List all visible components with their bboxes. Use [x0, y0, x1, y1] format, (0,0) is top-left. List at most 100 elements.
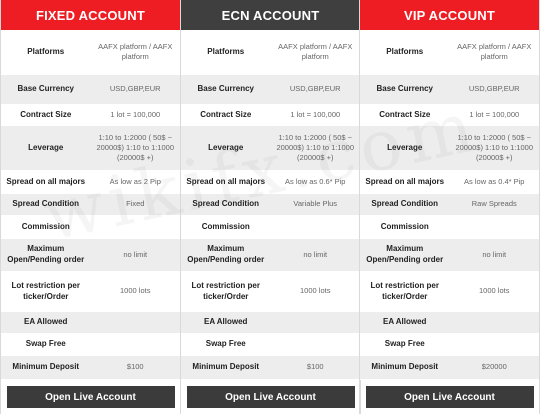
open-live-account-button[interactable]: Open Live Account	[6, 386, 175, 408]
row-platforms: Platforms AAFX platform / AAFX platform	[360, 30, 539, 75]
value-max-orders: no limit	[482, 249, 507, 259]
row-ea-allowed: EA Allowed	[360, 312, 539, 334]
label-leverage: Leverage	[208, 142, 244, 152]
row-max-orders: Maximum Open/Pending order no limit	[1, 239, 180, 272]
label-ea-allowed: EA Allowed	[383, 317, 427, 327]
row-lot-restriction: Lot restriction per ticker/Order 1000 lo…	[1, 272, 180, 312]
row-base-currency: Base Currency USD,GBP,EUR	[181, 75, 360, 105]
row-min-deposit: Minimum Deposit $100	[181, 356, 360, 380]
label-lot-restriction: Lot restriction per ticker/Order	[370, 280, 439, 301]
value-spread: As low as 0.6* Pip	[285, 176, 346, 186]
label-ea-allowed: EA Allowed	[204, 317, 248, 327]
label-spread-condition: Spread Condition	[12, 199, 80, 209]
value-contract-size: 1 lot = 100,000	[290, 109, 341, 119]
row-platforms: Platforms AAFX platform / AAFX platform	[1, 30, 180, 75]
label-ea-allowed: EA Allowed	[24, 317, 68, 327]
value-leverage: 1:10 to 1:2000 ( 50$ ~ 20000$) 1:10 to 1…	[276, 132, 355, 163]
value-platforms: AAFX platform / AAFX platform	[457, 41, 532, 61]
label-contract-size: Contract Size	[200, 109, 252, 119]
label-swap-free: Swap Free	[205, 339, 246, 349]
button-row: Open Live Account	[1, 380, 180, 414]
label-contract-size: Contract Size	[379, 109, 431, 119]
value-contract-size: 1 lot = 100,000	[110, 109, 161, 119]
label-spread: Spread on all majors	[186, 176, 266, 186]
value-spread: As low as 0.4* Pip	[464, 176, 525, 186]
label-min-deposit: Minimum Deposit	[371, 362, 439, 372]
label-min-deposit: Minimum Deposit	[192, 362, 260, 372]
label-commission: Commission	[21, 221, 70, 231]
value-leverage: 1:10 to 1:2000 ( 50$ ~ 20000$) 1:10 to 1…	[96, 132, 175, 163]
row-platforms: Platforms AAFX platform / AAFX platform	[181, 30, 360, 75]
fixed-account-header: FIXED ACCOUNT	[1, 0, 180, 30]
button-row: Open Live Account	[360, 380, 539, 414]
row-lot-restriction: Lot restriction per ticker/Order 1000 lo…	[360, 272, 539, 312]
label-platforms: Platforms	[27, 46, 65, 56]
label-lot-restriction: Lot restriction per ticker/Order	[191, 280, 260, 301]
label-contract-size: Contract Size	[20, 109, 72, 119]
row-max-orders: Maximum Open/Pending order no limit	[181, 239, 360, 272]
row-contract-size: Contract Size 1 lot = 100,000	[1, 105, 180, 126]
row-max-orders: Maximum Open/Pending order no limit	[360, 239, 539, 272]
value-lot-restriction: 1000 lots	[300, 286, 331, 296]
label-lot-restriction: Lot restriction per ticker/Order	[11, 280, 80, 301]
row-contract-size: Contract Size 1 lot = 100,000	[181, 105, 360, 126]
value-min-deposit: $20000	[481, 362, 507, 372]
label-max-orders: Maximum Open/Pending order	[366, 244, 444, 264]
label-spread: Spread on all majors	[6, 176, 86, 186]
row-spread: Spread on all majors As low as 2 Pip	[1, 171, 180, 194]
value-max-orders: no limit	[303, 249, 328, 259]
ecn-account-column: ECN ACCOUNT Platforms AAFX platform / AA…	[180, 0, 361, 414]
value-lot-restriction: 1000 lots	[479, 286, 510, 296]
ecn-account-header: ECN ACCOUNT	[181, 0, 360, 30]
row-lot-restriction: Lot restriction per ticker/Order 1000 lo…	[181, 272, 360, 312]
vip-account-header: VIP ACCOUNT	[360, 0, 539, 30]
label-spread: Spread on all majors	[365, 176, 445, 186]
open-live-account-button[interactable]: Open Live Account	[186, 386, 355, 408]
fixed-account-column: FIXED ACCOUNT Platforms AAFX platform / …	[0, 0, 181, 414]
row-contract-size: Contract Size 1 lot = 100,000	[360, 105, 539, 126]
label-commission: Commission	[380, 221, 429, 231]
value-max-orders: no limit	[123, 249, 148, 259]
label-platforms: Platforms	[386, 46, 424, 56]
value-lot-restriction: 1000 lots	[120, 286, 151, 296]
row-spread: Spread on all majors As low as 0.4* Pip	[360, 171, 539, 194]
label-base-currency: Base Currency	[17, 84, 74, 94]
label-leverage: Leverage	[387, 142, 423, 152]
label-spread-condition: Spread Condition	[192, 199, 260, 209]
vip-account-column: VIP ACCOUNT Platforms AAFX platform / AA…	[359, 0, 540, 414]
row-swap-free: Swap Free	[1, 334, 180, 356]
row-spread-condition: Spread Condition Variable Plus	[181, 194, 360, 216]
row-commission: Commission	[360, 216, 539, 239]
row-leverage: Leverage 1:10 to 1:2000 ( 50$ ~ 20000$) …	[181, 126, 360, 171]
row-ea-allowed: EA Allowed	[1, 312, 180, 334]
row-min-deposit: Minimum Deposit $100	[1, 356, 180, 380]
label-swap-free: Swap Free	[384, 339, 425, 349]
value-leverage: 1:10 to 1:2000 ( 50$ ~ 20000$) 1:10 to 1…	[455, 132, 534, 163]
label-max-orders: Maximum Open/Pending order	[187, 244, 265, 264]
open-live-account-button[interactable]: Open Live Account	[365, 386, 534, 408]
value-base-currency: USD,GBP,EUR	[109, 84, 161, 94]
label-commission: Commission	[201, 221, 250, 231]
row-base-currency: Base Currency USD,GBP,EUR	[360, 75, 539, 105]
value-spread: As low as 2 Pip	[109, 176, 161, 186]
button-row: Open Live Account	[181, 380, 360, 414]
row-base-currency: Base Currency USD,GBP,EUR	[1, 75, 180, 105]
label-swap-free: Swap Free	[25, 339, 66, 349]
value-min-deposit: $100	[306, 362, 324, 372]
row-leverage: Leverage 1:10 to 1:2000 ( 50$ ~ 20000$) …	[360, 126, 539, 171]
label-base-currency: Base Currency	[376, 84, 433, 94]
row-ea-allowed: EA Allowed	[181, 312, 360, 334]
account-comparison: FIXED ACCOUNT Platforms AAFX platform / …	[0, 0, 540, 414]
row-swap-free: Swap Free	[360, 334, 539, 356]
row-spread: Spread on all majors As low as 0.6* Pip	[181, 171, 360, 194]
label-spread-condition: Spread Condition	[371, 199, 439, 209]
label-max-orders: Maximum Open/Pending order	[7, 244, 85, 264]
label-leverage: Leverage	[28, 142, 64, 152]
value-platforms: AAFX platform / AAFX platform	[278, 41, 353, 61]
row-spread-condition: Spread Condition Fixed	[1, 194, 180, 216]
label-platforms: Platforms	[207, 46, 245, 56]
row-min-deposit: Minimum Deposit $20000	[360, 356, 539, 380]
row-spread-condition: Spread Condition Raw Spreads	[360, 194, 539, 216]
row-commission: Commission	[1, 216, 180, 239]
value-base-currency: USD,GBP,EUR	[289, 84, 341, 94]
